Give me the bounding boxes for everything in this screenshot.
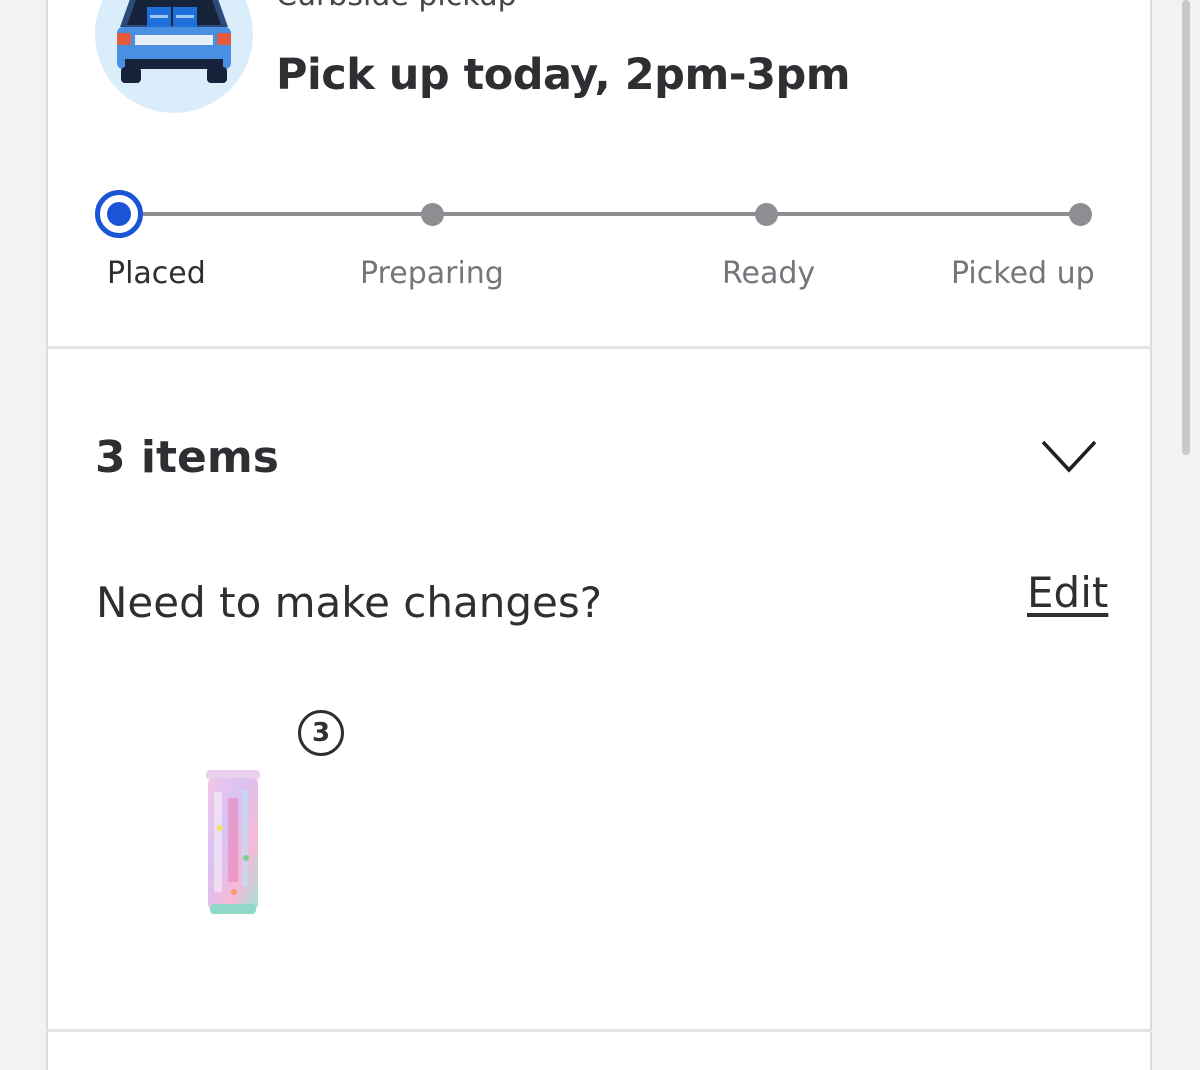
step-ready-indicator [755,203,778,226]
section-divider [46,346,1152,349]
step-preparing-indicator [421,203,444,226]
scrollbar[interactable] [1182,0,1190,455]
pickup-type-label: Curbside pickup [276,0,517,13]
step-placed-indicator [95,190,143,238]
tumbler-product-image[interactable] [200,768,266,924]
step-label-picked-up: Picked up [951,256,1095,291]
step-label-preparing: Preparing [360,256,504,291]
progress-track [119,212,1081,216]
section-divider-bottom [46,1029,1152,1032]
step-picked-up-indicator [1069,203,1092,226]
edit-link[interactable]: Edit [1027,568,1108,617]
chevron-down-icon[interactable] [1040,438,1098,478]
pickup-time-heading: Pick up today, 2pm-3pm [276,50,851,100]
step-label-placed: Placed [107,256,206,291]
quantity-badge: 3 [298,710,344,756]
changes-prompt: Need to make changes? [96,578,603,627]
items-count-heading[interactable]: 3 items [95,432,279,483]
car-trunk-with-bags-icon [95,0,253,113]
step-label-ready: Ready [722,256,816,291]
